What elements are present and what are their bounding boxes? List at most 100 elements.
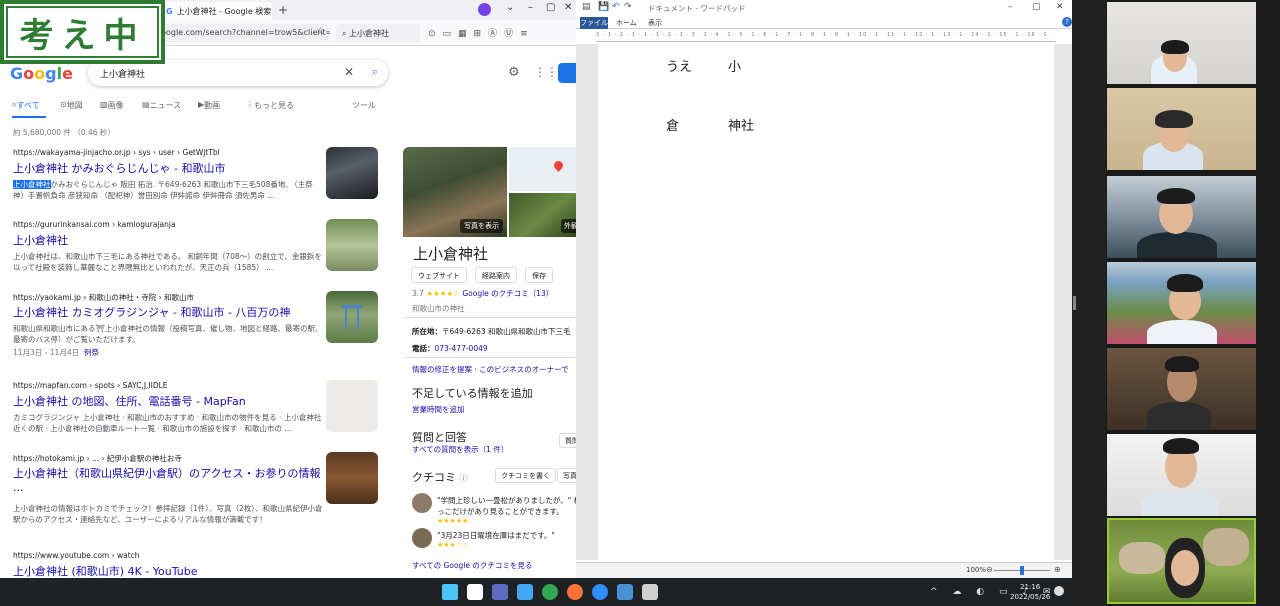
phone-link[interactable]: 073-477-0049 bbox=[435, 344, 488, 353]
bookmark-star-icon[interactable]: ☆ bbox=[316, 26, 325, 37]
add-photo-button[interactable]: 写真 bbox=[557, 468, 576, 483]
result-url[interactable]: https://hotokami.jp › ... › 紀伊小倉駅の神社お寺 bbox=[13, 453, 323, 464]
result-thumbnail[interactable] bbox=[326, 291, 378, 343]
result-title[interactable]: 上小倉神社 bbox=[13, 234, 323, 248]
search-icon[interactable] bbox=[467, 584, 483, 600]
mail-icon[interactable] bbox=[617, 584, 633, 600]
zoom-out-icon[interactable]: ⊖ bbox=[986, 565, 993, 574]
clear-icon[interactable]: ✕ bbox=[344, 65, 354, 79]
result-thumbnail[interactable] bbox=[326, 380, 378, 432]
chrome-icon[interactable] bbox=[542, 584, 558, 600]
window-close-icon[interactable]: ✕ bbox=[564, 2, 572, 13]
website-button[interactable]: ウェブサイト bbox=[411, 267, 467, 283]
logo-letter: e bbox=[62, 64, 73, 83]
zoom-icon[interactable] bbox=[592, 584, 608, 600]
result-thumbnail[interactable] bbox=[326, 147, 378, 199]
task-view-icon[interactable] bbox=[492, 584, 508, 600]
window-close-icon[interactable]: ✕ bbox=[1056, 2, 1064, 12]
ribbon-tab-home[interactable]: ホーム bbox=[616, 18, 637, 28]
widgets-icon[interactable] bbox=[517, 584, 533, 600]
tab-tools[interactable]: ツール bbox=[352, 100, 376, 111]
add-hours-link[interactable]: 営業時間を追加 bbox=[412, 404, 465, 415]
gear-icon[interactable]: ⚙ bbox=[508, 65, 520, 80]
clock[interactable]: 21:16 2022/05/26 bbox=[1010, 582, 1050, 602]
maximize-icon[interactable]: ▢ bbox=[1032, 2, 1041, 12]
avatar bbox=[412, 493, 432, 513]
toolbar-icons[interactable]: ⊙▭▦⊞ⒶⓊ≡ bbox=[428, 26, 535, 39]
google-logo[interactable]: Google bbox=[10, 64, 73, 83]
split-divider bbox=[1072, 0, 1106, 606]
tab-videos[interactable]: ▶ 動画 bbox=[198, 100, 220, 110]
ask-question-button[interactable]: 質問 bbox=[559, 433, 576, 448]
result-title[interactable]: 上小倉神社 (和歌山市) 4K - YouTube bbox=[13, 565, 323, 578]
url-bar[interactable]: google.com/search?channel=trow5&client= bbox=[150, 24, 330, 42]
tab-more[interactable]: ⋮ もっと見る bbox=[246, 100, 294, 110]
tab-news[interactable]: ▤ ニュース bbox=[142, 100, 181, 110]
result-url[interactable]: https://yaokami.jp › 和歌山の神社・寺院 › 和歌山市 bbox=[13, 292, 323, 303]
torii-post bbox=[345, 308, 347, 330]
all-questions-link[interactable]: すべての質問を表示（1 件） bbox=[412, 444, 508, 455]
ribbon-tab-file[interactable]: ファイル bbox=[580, 17, 608, 29]
chevron-down-icon[interactable]: ⌄ bbox=[506, 2, 514, 13]
event-link[interactable]: 例祭 bbox=[84, 348, 99, 357]
zoom-slider-handle[interactable] bbox=[1020, 566, 1024, 575]
info-icon[interactable]: ⓘ bbox=[460, 474, 468, 483]
save-button[interactable]: 保存 bbox=[525, 267, 553, 283]
tab-all[interactable]: ⌕ すべて bbox=[12, 100, 40, 110]
result-url[interactable]: https://wakayama-jinjacho.or.jp › sys › … bbox=[13, 148, 323, 159]
drag-handle[interactable] bbox=[1073, 296, 1076, 310]
notepad-icon[interactable] bbox=[642, 584, 658, 600]
result-thumbnail[interactable] bbox=[326, 219, 378, 271]
result-title[interactable]: 上小倉神社 かみおぐらじんじゃ - 和歌山市 bbox=[13, 162, 323, 176]
firefox-icon[interactable] bbox=[567, 584, 583, 600]
sign-in-button[interactable] bbox=[558, 63, 576, 83]
panel-photo[interactable]: 写真を表示 bbox=[403, 147, 507, 237]
panel-title: 上小倉神社 bbox=[413, 245, 489, 263]
participant-video-active[interactable] bbox=[1107, 518, 1256, 604]
extension-icon[interactable] bbox=[478, 3, 491, 16]
result-url[interactable]: https://www.youtube.com › watch bbox=[13, 551, 323, 562]
tab-title: 上小倉神社 - Google 検索 bbox=[176, 6, 272, 16]
undo-icon[interactable]: ↶ bbox=[612, 2, 620, 12]
all-reviews-link[interactable]: すべての Google のクチコミを見る bbox=[412, 560, 532, 571]
result-title[interactable]: 上小倉神社（和歌山県紀伊小倉駅）のアクセス・お参りの情報 ... bbox=[13, 467, 323, 495]
participant-video[interactable] bbox=[1107, 434, 1256, 516]
maximize-icon[interactable]: ▢ bbox=[546, 2, 555, 13]
help-icon[interactable]: ? bbox=[1062, 17, 1072, 27]
suggest-edit-link[interactable]: 情報の修正を提案 · このビジネスのオーナーで bbox=[412, 364, 569, 375]
apps-grid-icon[interactable]: ⋮⋮ bbox=[534, 65, 558, 79]
participant-video[interactable] bbox=[1107, 88, 1256, 170]
participant-video[interactable] bbox=[1107, 176, 1256, 258]
tab-images[interactable]: ▨ 画像 bbox=[100, 100, 124, 110]
result-title[interactable]: 上小倉神社 カミオグラジンジャ - 和歌山市 - 八百万の神 bbox=[13, 306, 323, 320]
search-icon[interactable]: ⌕ bbox=[372, 65, 378, 79]
result-url[interactable]: https://gururinkansai.com › kamiogurajan… bbox=[13, 220, 323, 231]
save-icon[interactable]: 💾 bbox=[598, 2, 609, 12]
browser-tab[interactable]: G 上小倉神社 - Google 検索 ✕ bbox=[160, 2, 272, 20]
result-thumbnail[interactable] bbox=[326, 452, 378, 504]
panel-map[interactable] bbox=[509, 147, 576, 191]
reviews-link[interactable]: Google のクチコミ（13） bbox=[462, 289, 553, 298]
participant-body bbox=[1147, 320, 1217, 344]
panel-photo-exterior[interactable]: 外観 bbox=[509, 193, 576, 237]
document-page[interactable]: うえ 小 倉 神社 bbox=[598, 44, 1054, 560]
minimize-icon[interactable]: – bbox=[1008, 2, 1013, 12]
zoom-in-icon[interactable]: ⊕ bbox=[1054, 565, 1061, 574]
notification-icon[interactable] bbox=[1054, 586, 1064, 596]
redo-icon[interactable]: ↷ bbox=[624, 2, 632, 12]
start-icon[interactable] bbox=[442, 584, 458, 600]
participant-video[interactable] bbox=[1107, 2, 1256, 84]
result-url[interactable]: https://mapfan.com › spots › SAYC,J,IIDL… bbox=[13, 381, 323, 392]
show-photos-label[interactable]: 写真を表示 bbox=[460, 219, 503, 233]
new-tab-icon[interactable]: + bbox=[278, 3, 288, 17]
tab-maps[interactable]: ⊙ 地図 bbox=[60, 100, 83, 110]
participant-video[interactable] bbox=[1107, 262, 1256, 344]
directions-button[interactable]: 経路案内 bbox=[475, 267, 517, 283]
ribbon-tab-view[interactable]: 表示 bbox=[648, 18, 662, 28]
result-title[interactable]: 上小倉神社 の地図、住所、電話番号 - MapFan bbox=[13, 395, 323, 409]
write-review-button[interactable]: クチコミを書く bbox=[495, 468, 556, 483]
ruler[interactable]: 3 · 1 · 2 · 1 · 1 · 1 · 2 · 1 · 3 · 1 · … bbox=[596, 32, 1056, 42]
toolbar-search-box[interactable]: ⌕ 上小倉神社 bbox=[336, 24, 420, 42]
participant-video[interactable] bbox=[1107, 348, 1256, 430]
minimize-icon[interactable]: – bbox=[528, 2, 533, 13]
